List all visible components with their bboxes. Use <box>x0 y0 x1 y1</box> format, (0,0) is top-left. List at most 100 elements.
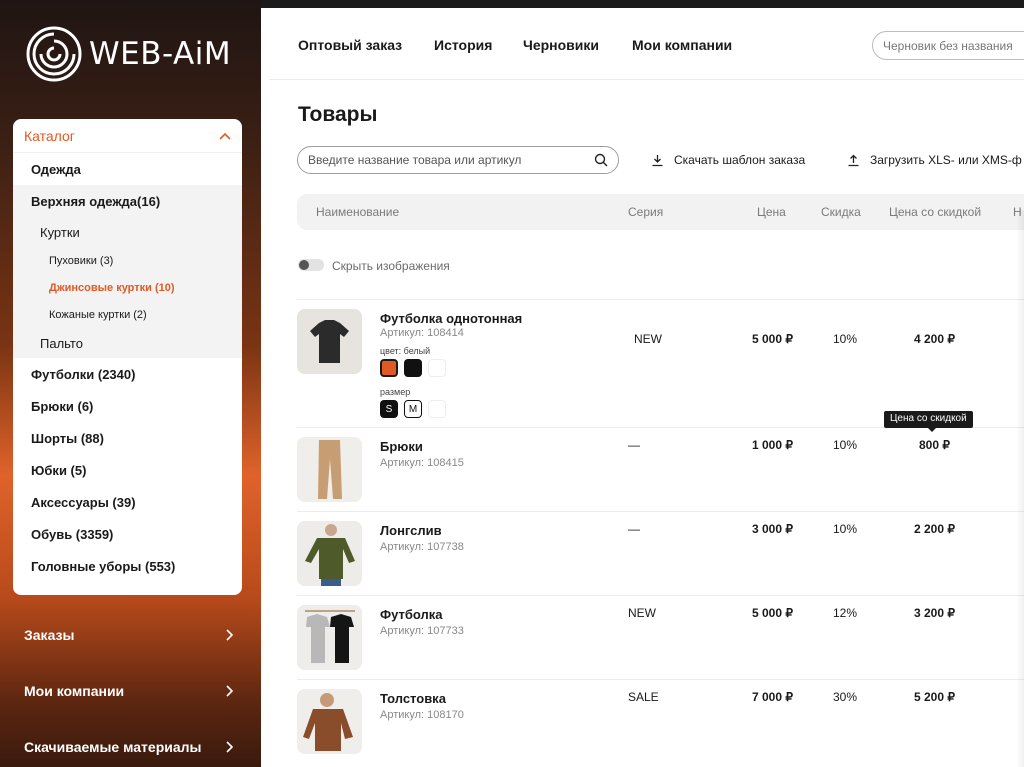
upload-file-label: Загрузить XLS- или XMS-ф <box>870 153 1022 167</box>
table-row[interactable]: Футболка однотонная Артикул: 108414 цвет… <box>297 299 1024 427</box>
column-header-discount[interactable]: Скидка <box>821 205 861 219</box>
category-item[interactable]: Брюки (6) <box>13 390 242 422</box>
size-label: размер <box>380 387 411 397</box>
discounted-price-tooltip: Цена со скидкой <box>884 411 973 432</box>
product-series: NEW <box>634 332 662 346</box>
product-article: Артикул: 107733 <box>380 625 464 637</box>
longsleeve-image <box>297 521 362 586</box>
page-title: Товары <box>298 103 378 126</box>
column-header-name[interactable]: Наименование <box>316 205 399 219</box>
hide-images-label: Скрыть изображения <box>332 259 450 273</box>
subcategory-item[interactable]: Куртки <box>13 217 242 247</box>
subcategory-item[interactable]: Кожаные куртки (2) <box>13 301 242 328</box>
sidebar-item-label: Мои компании <box>24 683 125 699</box>
top-bar <box>261 0 1024 8</box>
sidebar-item-companies[interactable]: Мои компании <box>24 679 234 703</box>
product-discounted-price: 3 200 ₽ <box>914 606 955 620</box>
table-row[interactable]: Лонгслив Артикул: 107738 — 3 000 ₽ 10% 2… <box>297 511 1024 595</box>
product-discount: 10% <box>833 522 858 536</box>
nav-wholesale-order[interactable]: Оптовый заказ <box>298 37 402 53</box>
logo-text: WEB-AiM <box>89 36 232 72</box>
search-input[interactable] <box>308 153 594 167</box>
hide-images-toggle[interactable] <box>298 259 324 271</box>
nav-my-companies[interactable]: Мои компании <box>632 37 732 53</box>
column-header-discounted-price[interactable]: Цена со скидкой <box>889 205 981 219</box>
product-series: SALE <box>628 690 659 704</box>
sidebar-item-downloads[interactable]: Скачиваемые материалы <box>24 735 234 759</box>
subcategory-item[interactable]: Пуховики (3) <box>13 247 242 274</box>
product-name[interactable]: Футболка <box>380 607 443 622</box>
chevron-right-icon <box>226 741 234 753</box>
subcategory-item-selected[interactable]: Джинсовые куртки (10) <box>13 274 242 301</box>
product-image[interactable] <box>297 309 362 374</box>
logo-icon <box>26 26 82 82</box>
category-item[interactable]: Юбки (5) <box>13 454 242 486</box>
product-price: 5 000 ₽ <box>752 606 793 620</box>
product-discounted-price: 800 ₽ <box>919 438 950 452</box>
sidebar-item-orders[interactable]: Заказы <box>24 623 234 647</box>
toggle-knob <box>299 260 309 270</box>
search-box <box>297 146 619 174</box>
product-image[interactable] <box>297 605 362 670</box>
product-discounted-price: 2 200 ₽ <box>914 522 955 536</box>
column-header-series[interactable]: Серия <box>628 205 663 219</box>
column-header-price[interactable]: Цена <box>757 205 786 219</box>
search-icon[interactable] <box>594 153 608 167</box>
logo[interactable]: WEB-AiM <box>26 26 231 82</box>
size-option-m[interactable]: M <box>404 400 422 418</box>
catalog-title: Каталог <box>24 127 75 144</box>
product-discounted-price: 4 200 ₽ <box>914 332 955 346</box>
sweatshirt-image <box>297 689 362 754</box>
table-row[interactable]: Футболка Артикул: 107733 NEW 5 000 ₽ 12%… <box>297 595 1024 679</box>
category-subtree: Куртки Пуховики (3) Джинсовые куртки (10… <box>13 217 242 358</box>
product-name[interactable]: Футболка однотонная <box>380 311 522 326</box>
product-article: Артикул: 108170 <box>380 709 464 721</box>
category-item[interactable]: Головные уборы (553) <box>13 550 242 582</box>
product-article: Артикул: 108415 <box>380 457 464 469</box>
color-label: цвет: белый <box>380 346 431 356</box>
nav-history[interactable]: История <box>434 37 492 53</box>
download-template-button[interactable]: Скачать шаблон заказа <box>651 153 805 167</box>
table-row[interactable]: Толстовка Артикул: 108170 SALE 7 000 ₽ 3… <box>297 679 1024 767</box>
category-item[interactable]: Обувь (3359) <box>13 518 242 550</box>
chevron-right-icon <box>226 629 234 641</box>
product-series: — <box>628 438 640 452</box>
table-row[interactable]: Брюки Артикул: 108415 — 1 000 ₽ 10% 800 … <box>297 427 1024 511</box>
scroll-edge <box>1016 210 1024 767</box>
product-series: NEW <box>628 606 656 620</box>
color-swatch-orange[interactable] <box>380 359 398 377</box>
product-image[interactable] <box>297 689 362 754</box>
product-series: — <box>628 522 640 536</box>
product-discount: 12% <box>833 606 858 620</box>
category-item-active[interactable]: Верхняя одежда(16) <box>13 185 242 217</box>
product-image[interactable] <box>297 521 362 586</box>
size-option-s[interactable]: S <box>380 400 398 418</box>
product-name[interactable]: Брюки <box>380 439 423 454</box>
chevron-up-icon <box>219 132 231 140</box>
draft-name-field[interactable]: Черновик без названия <box>872 31 1024 60</box>
subcategory-item[interactable]: Пальто <box>13 328 242 358</box>
tshirts-image <box>297 605 362 670</box>
color-swatch-black[interactable] <box>404 359 422 377</box>
category-item[interactable]: Одежда <box>13 153 242 185</box>
download-icon <box>652 154 663 166</box>
tshirt-image <box>297 309 362 374</box>
category-item[interactable]: Футболки (2340) <box>13 358 242 390</box>
sidebar-item-label: Скачиваемые материалы <box>24 739 202 755</box>
category-item[interactable]: Аксессуары (39) <box>13 486 242 518</box>
color-swatch-white[interactable] <box>428 359 446 377</box>
product-image[interactable] <box>297 437 362 502</box>
nav-drafts[interactable]: Черновики <box>523 37 599 53</box>
product-discount: 10% <box>833 438 858 452</box>
product-name[interactable]: Толстовка <box>380 691 446 706</box>
upload-file-button[interactable]: Загрузить XLS- или XMS-ф <box>847 153 1022 167</box>
catalog-header[interactable]: Каталог <box>13 119 242 153</box>
sidebar: WEB-AiM Каталог Одежда Верхняя одежда(16… <box>0 0 261 767</box>
product-name[interactable]: Лонгслив <box>380 523 442 538</box>
sidebar-item-label: Заказы <box>24 627 75 643</box>
product-price: 3 000 ₽ <box>752 522 793 536</box>
product-article: Артикул: 108414 <box>380 327 464 339</box>
table-header: Наименование Серия Цена Скидка Цена со с… <box>297 194 1024 230</box>
download-template-label: Скачать шаблон заказа <box>674 153 806 167</box>
category-item[interactable]: Шорты (88) <box>13 422 242 454</box>
